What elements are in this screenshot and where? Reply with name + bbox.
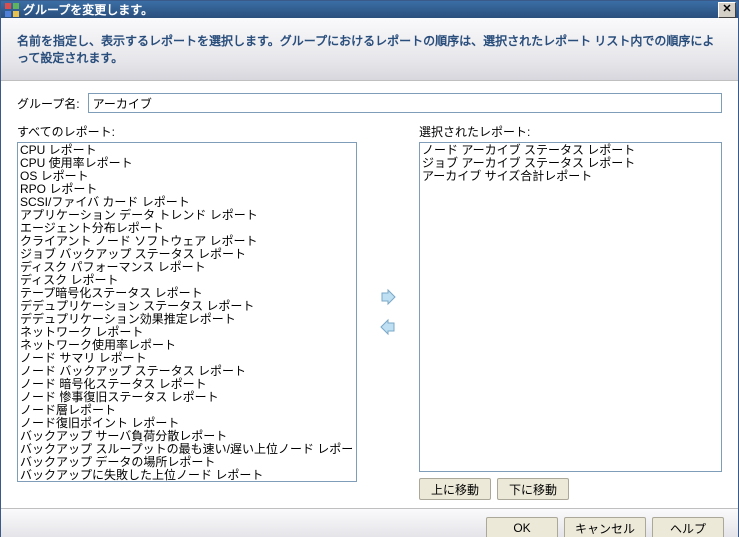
group-name-input[interactable] [88, 93, 722, 113]
list-item[interactable]: アーカイブ サイズ合計レポート [422, 170, 719, 183]
dialog-footer: OK キャンセル ヘルプ [1, 508, 738, 537]
selected-reports-listbox[interactable]: ノード アーカイブ ステータス レポートジョブ アーカイブ ステータス レポート… [419, 142, 722, 472]
group-name-label: グループ名: [17, 95, 80, 112]
info-text: 名前を指定し、表示するレポートを選択します。グループにおけるレポートの順序は、選… [17, 34, 714, 65]
content-area: グループ名: すべてのレポート: CPU レポートCPU 使用率レポートOS レ… [1, 81, 738, 508]
reorder-buttons: 上に移動 下に移動 [419, 478, 722, 500]
selected-reports-label: 選択されたレポート: [419, 123, 722, 140]
move-up-button[interactable]: 上に移動 [419, 478, 491, 500]
help-button[interactable]: ヘルプ [652, 517, 724, 537]
close-button[interactable]: ✕ [718, 2, 736, 18]
arrow-left-icon [379, 318, 397, 336]
add-to-selected-button[interactable] [377, 286, 399, 308]
ok-button[interactable]: OK [486, 517, 558, 537]
selected-reports-column: 選択されたレポート: ノード アーカイブ ステータス レポートジョブ アーカイブ… [419, 123, 722, 500]
all-reports-label: すべてのレポート: [17, 123, 357, 140]
cancel-button[interactable]: キャンセル [564, 517, 646, 537]
window-title: グループを変更します。 [23, 1, 153, 18]
all-reports-column: すべてのレポート: CPU レポートCPU 使用率レポートOS レポートRPO … [17, 123, 357, 500]
lists-row: すべてのレポート: CPU レポートCPU 使用率レポートOS レポートRPO … [17, 123, 722, 500]
transfer-arrows [357, 123, 419, 500]
move-down-button[interactable]: 下に移動 [497, 478, 569, 500]
titlebar: グループを変更します。 ✕ [1, 1, 738, 18]
remove-from-selected-button[interactable] [377, 316, 399, 338]
info-banner: 名前を指定し、表示するレポートを選択します。グループにおけるレポートの順序は、選… [1, 18, 738, 81]
close-icon: ✕ [722, 3, 731, 15]
dialog-window: グループを変更します。 ✕ 名前を指定し、表示するレポートを選択します。グループ… [0, 0, 739, 537]
group-name-row: グループ名: [17, 93, 722, 113]
all-reports-listbox[interactable]: CPU レポートCPU 使用率レポートOS レポートRPO レポートSCSI/フ… [17, 142, 357, 482]
arrow-right-icon [379, 288, 397, 306]
app-icon [5, 3, 19, 17]
